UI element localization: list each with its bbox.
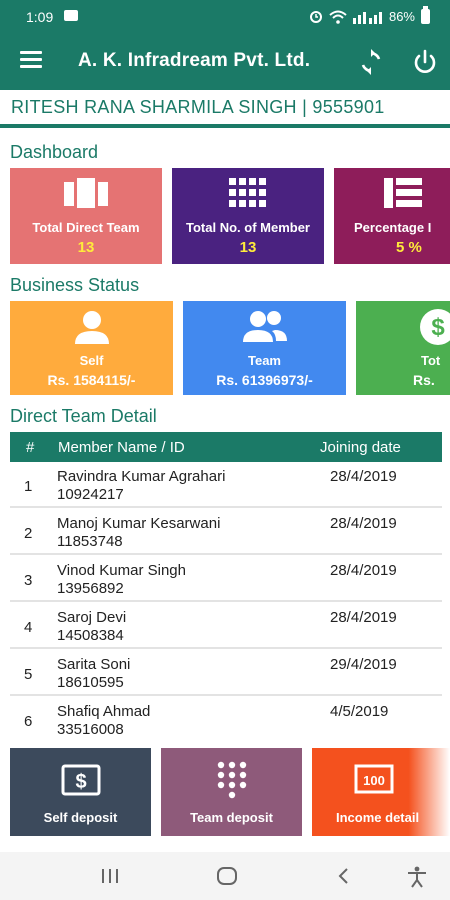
person-icon (74, 311, 109, 344)
card-team-business[interactable]: Team Rs. 61396973/- (183, 301, 346, 395)
svg-text:$: $ (431, 314, 445, 341)
member-id: 11853748 (57, 533, 123, 550)
row-number: 1 (24, 478, 33, 495)
svg-text:100: 100 (363, 773, 385, 788)
dashboard-heading: Dashboard (10, 142, 99, 162)
currency-icon: $ (419, 309, 450, 345)
home-icon[interactable] (216, 866, 238, 886)
row-number: 5 (24, 666, 33, 683)
member-id: 14508384 (57, 627, 124, 644)
card-label: Team (248, 353, 281, 368)
svg-text:$: $ (75, 771, 86, 793)
card-label: Tot (421, 353, 441, 368)
row-number: 6 (24, 713, 33, 730)
member-id: 13956892 (57, 580, 124, 597)
status-icons: 86% (309, 6, 430, 24)
alarm-icon (309, 10, 322, 23)
table-row[interactable]: 6 Shafiq Ahmad 33516008 4/5/2019 (10, 697, 442, 743)
system-nav-bar (0, 852, 450, 900)
card-label: Total Direct Team (32, 220, 140, 235)
income-detail-button[interactable]: 100 Income detail (312, 748, 450, 836)
table-row[interactable]: 5 Sarita Soni 18610595 29/4/2019 (10, 650, 442, 696)
member-name: Manoj Kumar Kesarwani (57, 515, 221, 532)
tile-label: Team deposit (190, 810, 273, 825)
people-icon (242, 311, 287, 342)
money-icon: 100 (354, 764, 394, 794)
tile-label: Self deposit (43, 810, 118, 825)
card-label: Percentage I (354, 220, 432, 235)
keypad-icon (217, 761, 246, 799)
battery-icon (421, 6, 430, 24)
user-info: RITESH RANA SHARMILA SINGH | 9555901 (0, 90, 450, 128)
joining-date: 29/4/2019 (330, 656, 397, 673)
column-header-member: Member Name / ID (58, 439, 185, 456)
accessibility-icon[interactable] (406, 866, 428, 888)
grid-icon (229, 178, 266, 207)
status-time: 1:09 (26, 9, 54, 25)
card-label: Total No. of Member (186, 220, 310, 235)
member-name: Vinod Kumar Singh (57, 562, 186, 579)
business-status-heading: Business Status (10, 275, 140, 295)
table-row[interactable]: 2 Manoj Kumar Kesarwani 11853748 28/4/201… (10, 509, 442, 555)
message-icon (64, 10, 78, 21)
signal-icon (352, 11, 382, 24)
table-header: # Member Name / ID Joining date (10, 432, 442, 462)
member-id: 10924217 (57, 486, 124, 503)
card-total-direct-team[interactable]: Total Direct Team 13 (10, 168, 162, 264)
battery-level: 86% (388, 9, 415, 24)
list-icon (383, 178, 422, 208)
menu-icon[interactable] (20, 51, 42, 73)
back-icon[interactable] (336, 866, 352, 886)
joining-date: 28/4/2019 (330, 562, 397, 579)
card-percentage[interactable]: Percentage I 5 % (334, 168, 450, 264)
member-name: Sarita Soni (57, 656, 131, 673)
card-self-business[interactable]: Self Rs. 1584115/- (10, 301, 173, 395)
card-total-members[interactable]: Total No. of Member 13 (172, 168, 324, 264)
member-name: Ravindra Kumar Agrahari (57, 468, 226, 485)
recent-apps-icon[interactable] (100, 866, 120, 886)
row-number: 3 (24, 572, 33, 589)
card-value: Rs. 1584115/- (47, 372, 136, 388)
joining-date: 28/4/2019 (330, 609, 397, 626)
column-header-date: Joining date (320, 439, 401, 456)
joining-date: 4/5/2019 (330, 703, 389, 720)
member-id: 33516008 (57, 721, 124, 738)
card-value: 13 (77, 239, 95, 256)
joining-date: 28/4/2019 (330, 468, 397, 485)
member-name: Saroj Devi (57, 609, 127, 626)
column-header-index: # (26, 439, 35, 456)
team-columns-icon (64, 178, 108, 208)
joining-date: 28/4/2019 (330, 515, 397, 532)
row-number: 4 (24, 619, 33, 636)
sync-icon[interactable] (356, 47, 386, 77)
member-id: 18610595 (57, 674, 124, 691)
table-row[interactable]: 3 Vinod Kumar Singh 13956892 28/4/2019 (10, 556, 442, 602)
member-name: Shafiq Ahmad (57, 703, 151, 720)
business-cards: Self Rs. 1584115/- Team Rs. 61396973/- $… (0, 301, 450, 395)
table-row[interactable]: 1 Ravindra Kumar Agrahari 10924217 28/4/2… (10, 462, 442, 508)
status-bar: 1:09 86% (0, 0, 450, 34)
wifi-icon (329, 10, 347, 24)
card-value: 13 (239, 239, 257, 256)
dashboard-cards: Total Direct Team 13 Total No. of Member… (0, 168, 450, 264)
app-title: A. K. Infradream Pvt. Ltd. (78, 50, 311, 71)
self-deposit-button[interactable]: $ Self deposit (10, 748, 151, 836)
power-icon[interactable] (410, 47, 440, 77)
app-bar: A. K. Infradream Pvt. Ltd. (0, 34, 450, 90)
card-value: 5 % (396, 239, 422, 256)
team-deposit-button[interactable]: Team deposit (161, 748, 302, 836)
tile-label: Income detail (336, 810, 420, 825)
card-value: Rs. (413, 372, 435, 388)
card-label: Self (79, 353, 104, 368)
card-value: Rs. 61396973/- (216, 372, 313, 388)
dollar-icon: $ (61, 764, 100, 796)
row-number: 2 (24, 525, 33, 542)
card-total-business[interactable]: $ Tot Rs. (356, 301, 450, 395)
table-row[interactable]: 4 Saroj Devi 14508384 28/4/2019 (10, 603, 442, 649)
direct-team-heading: Direct Team Detail (10, 406, 157, 426)
